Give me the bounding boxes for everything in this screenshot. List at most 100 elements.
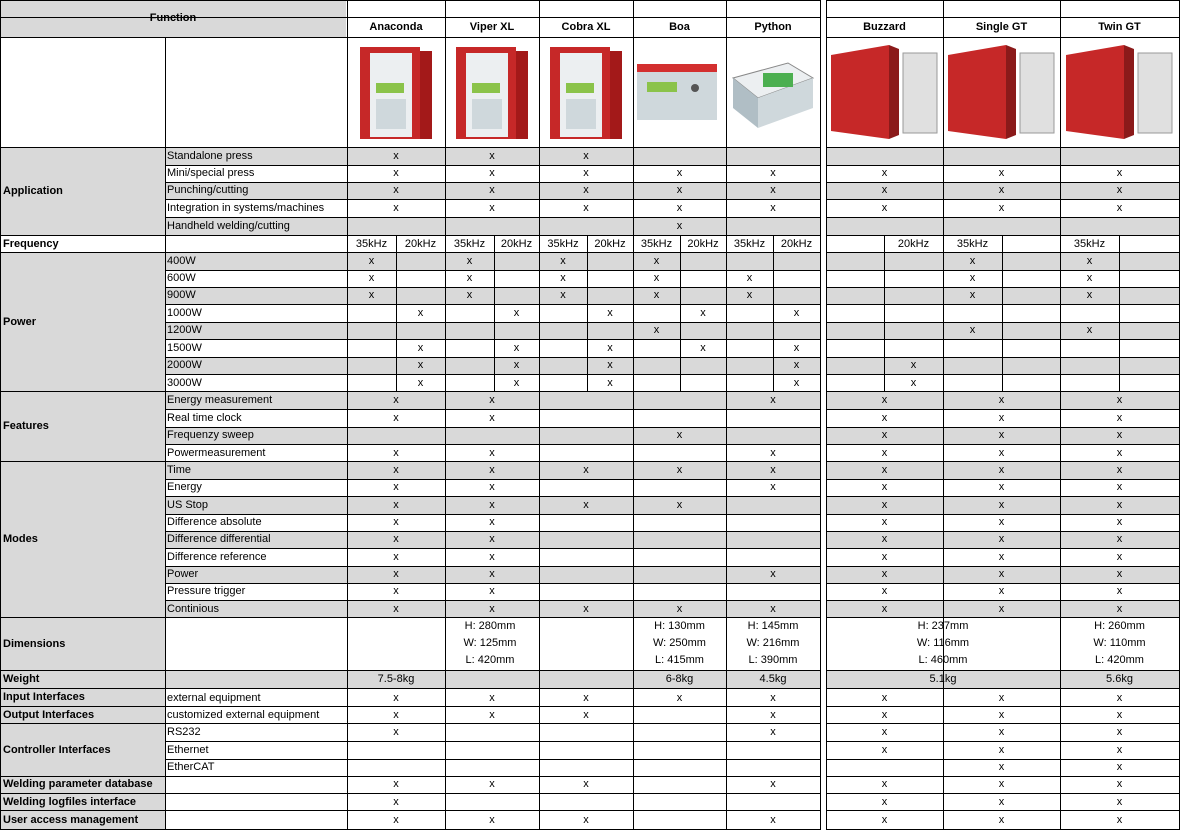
grid-line (826, 461, 1179, 462)
x-mark: x (793, 342, 800, 354)
x-mark: x (583, 499, 589, 511)
x-mark: x (881, 585, 888, 597)
x-mark: x (489, 692, 495, 704)
grid-line (165, 357, 820, 358)
group-power: Power (0, 253, 165, 391)
x-mark: x (770, 814, 776, 826)
grid-line (826, 776, 1179, 777)
product-header-python: Python (754, 21, 792, 33)
row-label: external equipment (167, 692, 261, 704)
x-mark: x (583, 464, 589, 476)
x-mark: x (770, 778, 776, 790)
product-header-buzzard: Buzzard (863, 21, 906, 33)
grid-line (0, 810, 820, 811)
row-label: Real time clock (167, 412, 242, 424)
grid-line (826, 165, 1179, 166)
x-mark: x (881, 726, 888, 738)
row-label: customized external equipment (167, 709, 320, 721)
x-mark: x (881, 709, 888, 721)
group-controller-interfaces: Controller Interfaces (0, 724, 165, 776)
grid-line (826, 600, 1179, 601)
frequency-value: 20kHz (897, 238, 930, 250)
x-mark: x (583, 202, 589, 214)
x-mark: x (998, 551, 1005, 563)
x-mark: x (489, 447, 495, 459)
x-mark: x (417, 359, 424, 371)
x-mark: x (1116, 796, 1123, 808)
x-mark: x (998, 568, 1005, 580)
row-label: Power (167, 568, 199, 580)
x-mark: x (746, 289, 753, 301)
group-welding-db: Welding parameter database (0, 776, 165, 793)
grid-line (165, 270, 820, 271)
frequency-value: 20kHz (404, 238, 437, 250)
x-mark: x (489, 551, 495, 563)
x-mark: x (676, 603, 683, 615)
x-mark: x (1086, 289, 1093, 301)
x-mark: x (793, 377, 800, 389)
row-label: Pressure trigger (167, 585, 246, 597)
x-mark: x (607, 377, 613, 389)
grid-line (0, 0, 820, 1)
grid-line (826, 548, 1179, 549)
dimension-h: H: 280mm (464, 620, 516, 632)
x-mark: x (489, 603, 495, 615)
x-mark: x (676, 202, 683, 214)
x-mark: x (881, 464, 888, 476)
x-mark: x (998, 778, 1005, 790)
product-header-anaconda: Anaconda (369, 21, 423, 33)
row-shade (826, 148, 1179, 165)
group-input-interfaces: Input Interfaces (0, 689, 165, 706)
grid-line (165, 741, 820, 742)
x-mark: x (393, 412, 399, 424)
grid-line (826, 514, 1179, 515)
product-photo-cobra-xl (539, 39, 633, 146)
grid-line (826, 531, 1179, 532)
x-mark: x (489, 167, 495, 179)
x-mark: x (513, 359, 520, 371)
row-label: 600W (167, 272, 196, 284)
weight-value: 5.6kg (1106, 673, 1133, 685)
x-mark: x (417, 377, 424, 389)
x-mark: x (393, 692, 399, 704)
grid-line (165, 37, 166, 830)
x-mark: x (998, 167, 1005, 179)
x-mark: x (770, 394, 776, 406)
x-mark: x (1116, 692, 1123, 704)
row-label: Integration in systems/machines (167, 202, 325, 214)
row-label: Difference absolute (167, 516, 262, 528)
x-mark: x (393, 726, 399, 738)
row-label: RS232 (167, 726, 201, 738)
grid-line (165, 444, 820, 445)
group-features: Features (0, 392, 165, 461)
product-header-boa: Boa (669, 21, 690, 33)
row-label: 400W (167, 255, 196, 267)
row-label: 1500W (167, 342, 202, 354)
x-mark: x (881, 499, 888, 511)
grid-line (165, 427, 820, 428)
grid-line (0, 37, 820, 38)
x-mark: x (676, 499, 683, 511)
group-welding-log: Welding logfiles interface (0, 793, 165, 811)
grid-line (1002, 235, 1003, 391)
x-mark: x (393, 709, 399, 721)
x-mark: x (466, 289, 473, 301)
x-mark: x (466, 272, 473, 284)
x-mark: x (466, 255, 473, 267)
x-mark: x (998, 394, 1005, 406)
x-mark: x (881, 603, 888, 615)
x-mark: x (489, 202, 495, 214)
x-mark: x (583, 150, 589, 162)
row-label: Handheld welding/cutting (167, 220, 290, 232)
grid-line (165, 304, 820, 305)
x-mark: x (653, 324, 660, 336)
product-photo-single-gt (943, 39, 1060, 146)
grid-line (165, 496, 820, 497)
grid-line (826, 706, 1179, 707)
grid-line (165, 514, 820, 515)
x-mark: x (1116, 412, 1123, 424)
x-mark: x (1116, 499, 1123, 511)
group-application: Application (0, 148, 165, 235)
grid-line (826, 810, 1179, 811)
x-mark: x (489, 394, 495, 406)
